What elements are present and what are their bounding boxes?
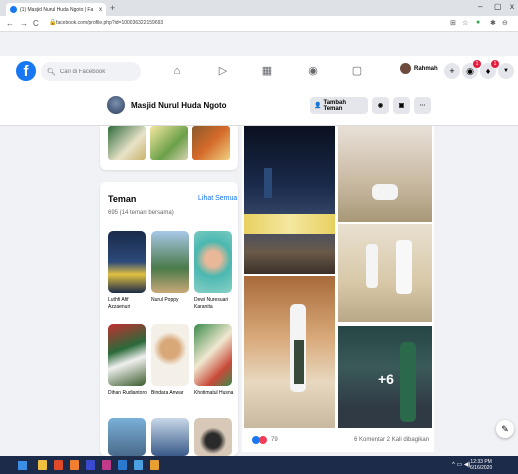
post-stats[interactable]: 6 Komentar 2 Kali dibagikan [354, 437, 429, 443]
friend-name[interactable]: Khotimatul Husna [194, 390, 234, 397]
app-icon[interactable] [54, 460, 63, 470]
photo-thumbnail[interactable] [192, 126, 230, 160]
messenger-button[interactable]: ◉ 1 [462, 60, 481, 79]
friends-card [100, 182, 238, 456]
close-window-button[interactable]: x [510, 2, 514, 11]
friend-photo[interactable] [108, 324, 146, 386]
photo-thumbnail[interactable] [108, 126, 146, 160]
add-friend-button[interactable]: 👤 Tambah Teman [310, 97, 368, 114]
friend-name[interactable]: Nurul Poppy [151, 297, 191, 304]
see-all-friends-link[interactable]: Lihat Semua [198, 195, 237, 202]
friend-name[interactable]: Dewi Nuresuari Karanita [194, 297, 234, 311]
browser-tab[interactable]: (1) Masjid Nurul Huda Ngoto | Fa x [6, 3, 106, 16]
reactions[interactable]: 79 [252, 436, 278, 444]
post-photo[interactable] [244, 276, 335, 428]
friend-photo[interactable] [194, 418, 232, 456]
friend-photo[interactable] [108, 418, 146, 456]
url-field[interactable]: facebook.com/profile.php?id=100036322159… [56, 20, 163, 26]
page-title[interactable]: Masjid Nurul Huda Ngoto [131, 101, 227, 110]
facebook-favicon-icon [10, 6, 17, 13]
message-button[interactable]: ◉ [372, 97, 389, 114]
translate-icon[interactable]: ⊞ [450, 19, 456, 27]
app-icon[interactable] [118, 460, 127, 470]
extension-icon[interactable]: ● [476, 19, 480, 26]
page-header: Masjid Nurul Huda Ngoto 👤 Tambah Teman ◉… [0, 88, 518, 126]
avatar [400, 63, 411, 74]
add-friend-icon: 👤 [314, 103, 322, 109]
tab-title: (1) Masjid Nurul Huda Ngoto | Fa [20, 6, 94, 13]
new-message-button[interactable]: ✎ [496, 420, 514, 438]
friend-photo[interactable] [151, 231, 189, 293]
reload-icon[interactable]: C [33, 19, 39, 28]
photo-strip [108, 126, 232, 160]
profile-icon[interactable]: ⊖ [502, 19, 508, 27]
post-photo[interactable] [338, 126, 432, 222]
post-photo[interactable] [338, 224, 432, 322]
reaction-count: 79 [271, 437, 278, 443]
windows-start-icon[interactable] [18, 461, 27, 470]
more-options-button[interactable]: ··· [414, 97, 431, 114]
groups-icon[interactable]: ◉ [306, 64, 320, 78]
follow-button[interactable]: ▣ [393, 97, 410, 114]
create-button[interactable]: + [444, 63, 460, 79]
friend-name[interactable]: Bindara Anwar [151, 390, 191, 397]
friend-photo[interactable] [194, 231, 232, 293]
post-photo[interactable] [244, 126, 335, 274]
more-photos-count[interactable]: +6 [378, 371, 394, 387]
forward-icon[interactable]: → [20, 19, 28, 28]
star-icon[interactable]: ☆ [462, 19, 468, 27]
back-icon[interactable]: ← [6, 19, 14, 28]
friend-name[interactable]: Luthfi Afif Azzaenuri [108, 297, 148, 311]
friend-photo[interactable] [108, 231, 146, 293]
notifications-button[interactable]: ♦ 1 [480, 60, 499, 79]
gaming-icon[interactable]: ▢ [350, 64, 364, 78]
friends-count: 695 (14 teman bersama) [108, 210, 174, 216]
app-icon[interactable] [150, 460, 159, 470]
system-tray-icon[interactable]: ^ ▭ ◀) [452, 461, 470, 468]
clock-date: 6/16/2020 [470, 465, 493, 471]
photo-thumbnail[interactable] [150, 126, 188, 160]
maximize-button[interactable]: ▢ [494, 2, 502, 11]
video-icon[interactable]: ▷ [216, 64, 230, 78]
love-reaction-icon [259, 436, 267, 444]
message-icon: ◉ [377, 103, 384, 109]
address-bar: ← → C 🔒 facebook.com/profile.php?id=1000… [0, 16, 518, 32]
friend-photo[interactable] [151, 324, 189, 386]
account-menu-button[interactable]: ▼ [498, 63, 514, 79]
user-name: Rahmah [414, 65, 438, 72]
browser-tab-bar: (1) Masjid Nurul Huda Ngoto | Fa x + – ▢… [0, 0, 518, 16]
facebook-logo-icon[interactable]: f [16, 61, 36, 81]
tab-close-icon[interactable]: x [99, 7, 102, 13]
friend-photo[interactable] [151, 418, 189, 456]
user-profile-chip[interactable]: Rahmah [400, 63, 438, 74]
marketplace-icon[interactable]: ▦ [260, 64, 274, 78]
page-avatar[interactable] [107, 96, 125, 114]
app-icon[interactable] [134, 460, 143, 470]
friends-title: Teman [108, 194, 137, 204]
puzzle-icon[interactable]: ✱ [490, 19, 496, 27]
new-tab-button[interactable]: + [110, 3, 115, 13]
app-icon[interactable] [70, 460, 79, 470]
friend-name[interactable]: Dihan Rudiantoro [108, 390, 148, 397]
app-icon[interactable] [86, 460, 95, 470]
file-explorer-icon[interactable] [38, 460, 47, 470]
add-friend-label: Tambah Teman [323, 99, 347, 112]
search-input[interactable] [59, 68, 140, 75]
search-box[interactable]: 🔍︎ [41, 62, 141, 81]
app-icon[interactable] [102, 460, 111, 470]
facebook-header: f 🔍︎ ⌂ ▷ ▦ ◉ ▢ Rahmah + ◉1 ♦1 ▼ [0, 56, 518, 88]
search-icon: 🔍︎ [47, 68, 56, 76]
friend-photo[interactable] [194, 324, 232, 386]
home-icon[interactable]: ⌂ [170, 64, 184, 78]
taskbar: ^ ▭ ◀) 12:33 PM 6/16/2020 [0, 456, 518, 474]
follow-icon: ▣ [398, 103, 405, 109]
minimize-button[interactable]: – [478, 2, 482, 11]
chat-icon: ✎ [501, 424, 509, 434]
more-label: ··· [419, 102, 426, 109]
taskbar-clock[interactable]: 12:33 PM 6/16/2020 [470, 459, 492, 471]
